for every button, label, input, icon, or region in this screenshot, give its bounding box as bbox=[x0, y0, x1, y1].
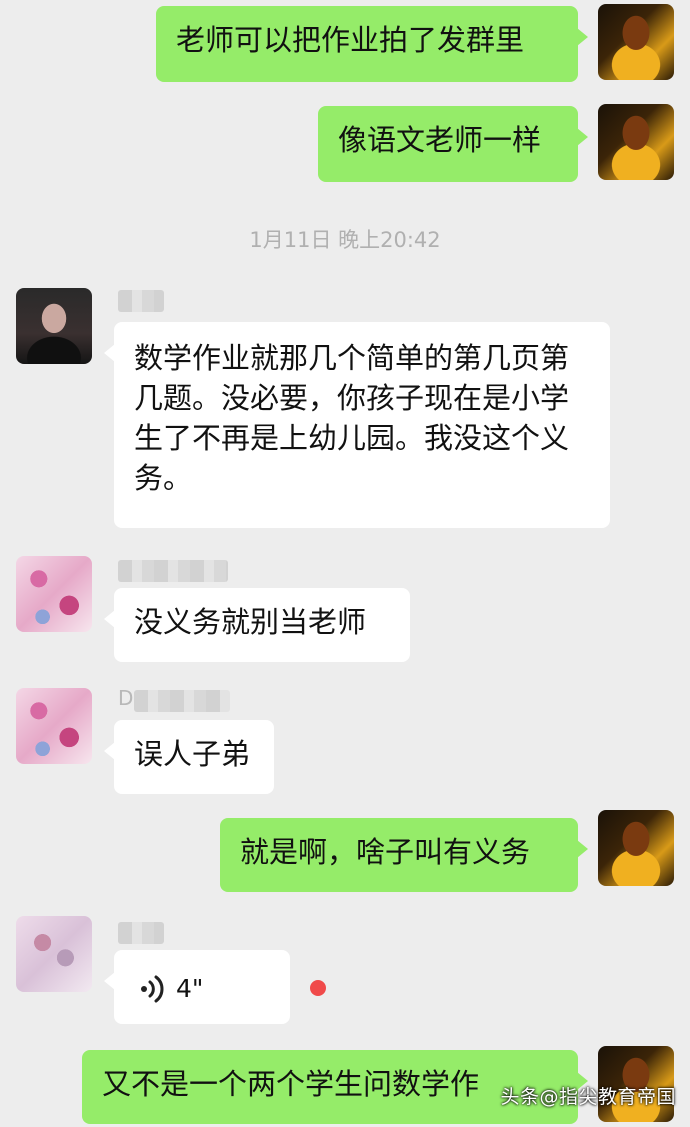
avatar-teacher[interactable] bbox=[16, 288, 92, 364]
avatar-self[interactable] bbox=[598, 810, 674, 886]
message-bubble-other[interactable]: 误人子弟 bbox=[104, 720, 274, 794]
avatar-self[interactable] bbox=[598, 104, 674, 180]
unread-indicator bbox=[310, 980, 326, 996]
voice-duration: 4" bbox=[176, 974, 204, 1003]
sender-name-blurred bbox=[118, 560, 228, 582]
avatar-self[interactable] bbox=[598, 4, 674, 80]
message-timestamp: 1月11日 晚上20:42 bbox=[249, 228, 441, 252]
message-text: 老师可以把作业拍了发群里 bbox=[176, 23, 525, 57]
message-text: 像语文老师一样 bbox=[338, 123, 542, 157]
voice-message-bubble[interactable]: 4" bbox=[104, 950, 290, 1024]
sender-name-prefix: D bbox=[118, 686, 134, 710]
avatar-parent[interactable] bbox=[16, 688, 92, 764]
watermark: 头条@指尖教育帝国 bbox=[500, 1086, 676, 1108]
message-bubble-self[interactable]: 就是啊，啥子叫有义务 bbox=[220, 818, 588, 892]
message-bubble-self[interactable]: 老师可以把作业拍了发群里 bbox=[156, 6, 588, 82]
message-bubble-other[interactable]: 数学作业就那几个简单的第几页第几题。没必要，你孩子现在是小学生了不再是上幼儿园。… bbox=[104, 322, 610, 528]
sender-name-blurred bbox=[118, 922, 164, 944]
message-bubble-self[interactable]: 像语文老师一样 bbox=[318, 106, 588, 182]
message-text: 数学作业就那几个简单的第几页第几题。没必要，你孩子现在是小学生了不再是上幼儿园。… bbox=[134, 341, 570, 495]
message-text: 就是啊，啥子叫有义务 bbox=[240, 835, 531, 869]
voice-wave-icon bbox=[141, 975, 164, 1003]
avatar-parent[interactable] bbox=[16, 556, 92, 632]
message-text: 又不是一个两个学生问数学作 bbox=[102, 1067, 480, 1101]
sender-name-blurred bbox=[118, 290, 164, 312]
message-bubble-other[interactable]: 没义务就别当老师 bbox=[104, 588, 410, 662]
sender-name-blurred bbox=[134, 690, 230, 712]
avatar-parent[interactable] bbox=[16, 916, 92, 992]
message-text: 没义务就别当老师 bbox=[134, 605, 367, 639]
message-text: 误人子弟 bbox=[134, 737, 251, 771]
